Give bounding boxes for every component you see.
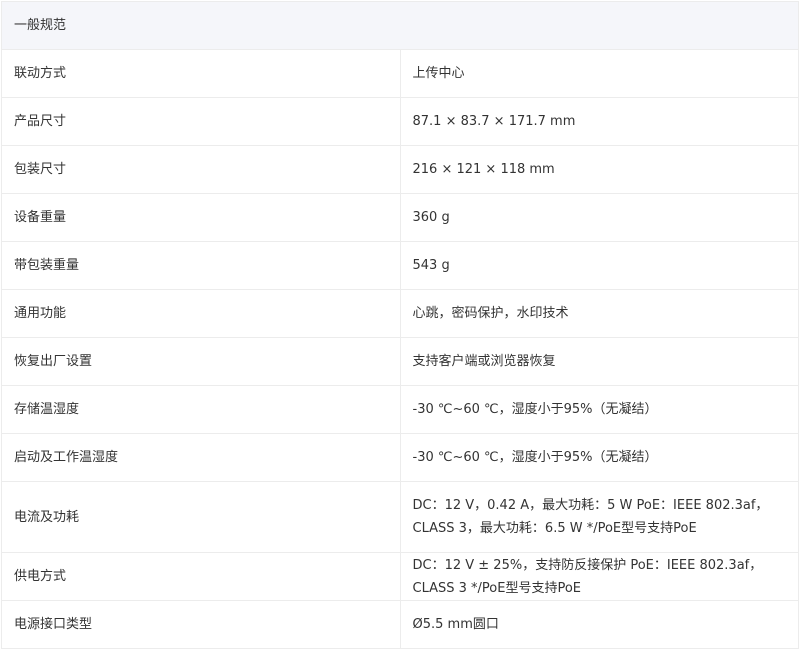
- spec-label: 电流及功耗: [1, 481, 401, 553]
- spec-label: 产品尺寸: [1, 97, 401, 146]
- spec-table: 一般规范 联动方式 上传中心 产品尺寸 87.1 × 83.7 × 171.7 …: [1, 1, 799, 649]
- spec-value: DC：12 V，0.42 A，最大功耗：5 W PoE：IEEE 802.3af…: [399, 481, 799, 553]
- spec-value: 87.1 × 83.7 × 171.7 mm: [399, 97, 799, 146]
- spec-value: 心跳，密码保护，水印技术: [399, 289, 799, 338]
- spec-row-current-power: 电流及功耗 DC：12 V，0.42 A，最大功耗：5 W PoE：IEEE 8…: [1, 481, 799, 553]
- spec-value: -30 ℃~60 ℃，湿度小于95%（无凝结）: [399, 385, 799, 434]
- spec-label: 设备重量: [1, 193, 401, 242]
- spec-label: 电源接口类型: [1, 600, 401, 649]
- spec-row-package-weight: 带包装重量 543 g: [1, 241, 799, 290]
- spec-row-operating-temp-humidity: 启动及工作温湿度 -30 ℃~60 ℃，湿度小于95%（无凝结）: [1, 433, 799, 482]
- spec-row-factory-reset: 恢复出厂设置 支持客户端或浏览器恢复: [1, 337, 799, 386]
- spec-label: 通用功能: [1, 289, 401, 338]
- spec-row-device-weight: 设备重量 360 g: [1, 193, 799, 242]
- spec-row-package-size: 包装尺寸 216 × 121 × 118 mm: [1, 145, 799, 194]
- spec-label: 启动及工作温湿度: [1, 433, 401, 482]
- spec-label: 供电方式: [1, 552, 401, 601]
- spec-value: 支持客户端或浏览器恢复: [399, 337, 799, 386]
- spec-label: 包装尺寸: [1, 145, 401, 194]
- spec-label: 带包装重量: [1, 241, 401, 290]
- spec-label: 存储温湿度: [1, 385, 401, 434]
- spec-row-product-size: 产品尺寸 87.1 × 83.7 × 171.7 mm: [1, 97, 799, 146]
- section-header-row: 一般规范: [1, 1, 799, 50]
- spec-row-power-supply: 供电方式 DC：12 V ± 25%，支持防反接保护 PoE：IEEE 802.…: [1, 552, 799, 601]
- spec-value: -30 ℃~60 ℃，湿度小于95%（无凝结）: [399, 433, 799, 482]
- spec-value: 216 × 121 × 118 mm: [399, 145, 799, 194]
- spec-label: 联动方式: [1, 49, 401, 98]
- spec-row-linkage: 联动方式 上传中心: [1, 49, 799, 98]
- spec-value: 上传中心: [399, 49, 799, 98]
- spec-value: Ø5.5 mm圆口: [399, 600, 799, 649]
- spec-row-storage-temp-humidity: 存储温湿度 -30 ℃~60 ℃，湿度小于95%（无凝结）: [1, 385, 799, 434]
- spec-row-general-functions: 通用功能 心跳，密码保护，水印技术: [1, 289, 799, 338]
- spec-row-power-interface: 电源接口类型 Ø5.5 mm圆口: [1, 600, 799, 649]
- spec-value: 543 g: [399, 241, 799, 290]
- section-title: 一般规范: [1, 1, 799, 50]
- spec-label: 恢复出厂设置: [1, 337, 401, 386]
- spec-value: DC：12 V ± 25%，支持防反接保护 PoE：IEEE 802.3af，C…: [399, 552, 799, 601]
- spec-value: 360 g: [399, 193, 799, 242]
